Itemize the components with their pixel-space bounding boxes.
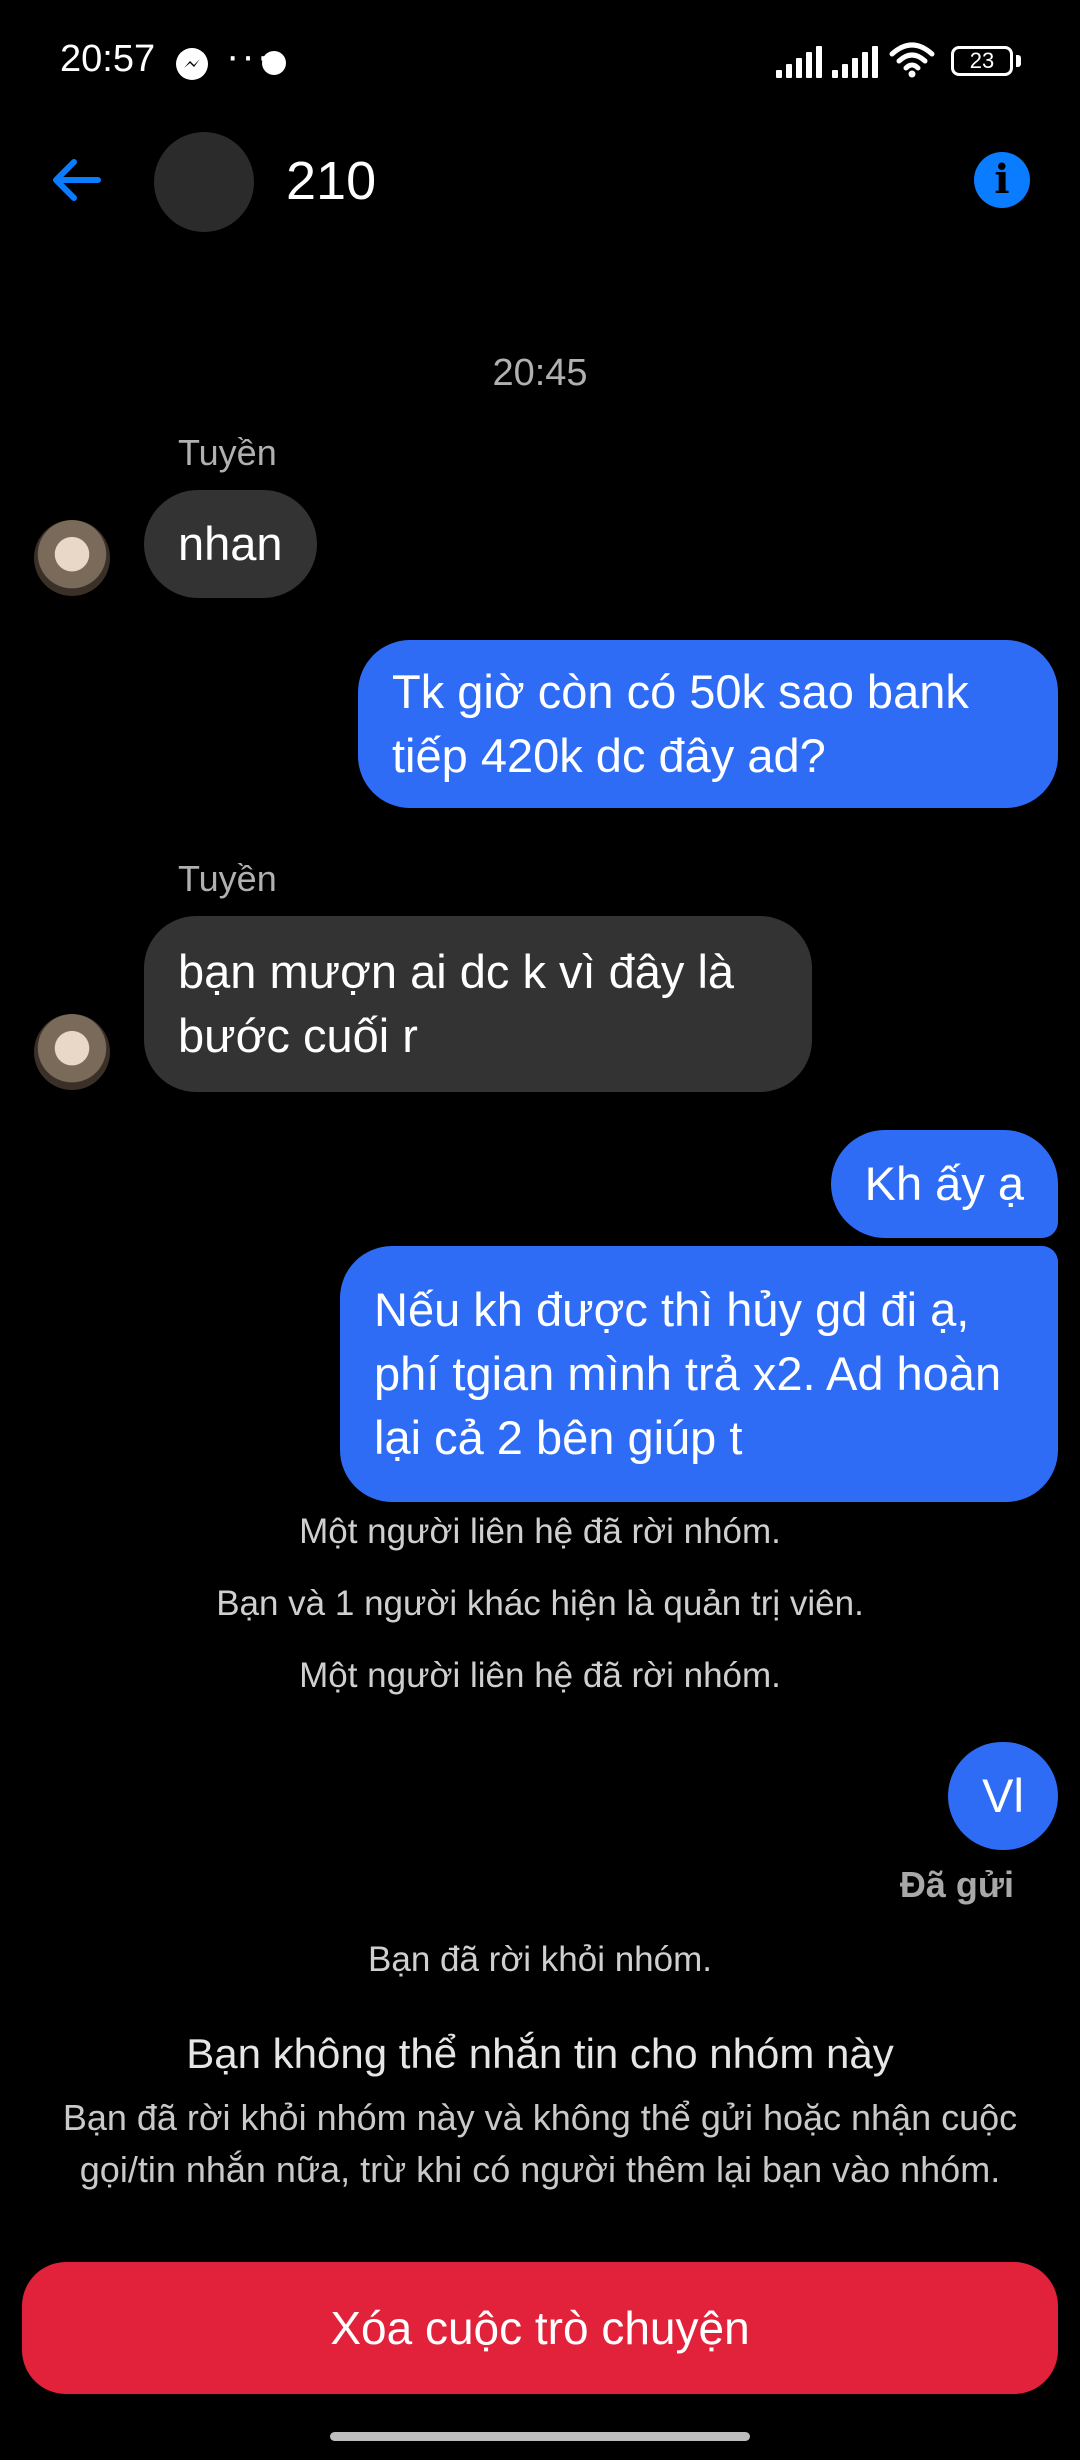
battery-tip	[1016, 55, 1021, 67]
group-avatar[interactable]	[154, 132, 254, 232]
message-bubble-outgoing[interactable]: Tk giờ còn có 50k sao bank tiếp 420k dc …	[358, 640, 1058, 808]
notice-body: Bạn đã rời khỏi nhóm này và không thể gử…	[62, 2097, 1018, 2190]
message-bubble-incoming[interactable]: nhan	[144, 490, 317, 598]
back-button[interactable]	[46, 150, 106, 210]
back-arrow-icon	[53, 159, 101, 201]
delete-conversation-button[interactable]: Xóa cuộc trò chuyện	[22, 2262, 1058, 2394]
info-button[interactable]: i	[974, 152, 1030, 208]
message-bubble-outgoing[interactable]: Nếu kh được thì hủy gd đi ạ, phí tgian m…	[340, 1246, 1058, 1502]
system-message: Bạn và 1 người khác hiện là quản trị viê…	[216, 1584, 864, 1623]
sender-avatar[interactable]	[34, 1014, 110, 1090]
system-message: Một người liên hệ đã rời nhóm.	[299, 1512, 781, 1551]
status-time: 20:57	[60, 38, 156, 80]
signal-icon-2	[832, 46, 878, 78]
message-timestamp: 20:45	[492, 352, 588, 394]
wifi-icon	[888, 42, 936, 83]
sender-name: Tuyền	[178, 432, 277, 473]
message-bubble-outgoing[interactable]: Vl	[948, 1742, 1058, 1850]
message-bubble-incoming[interactable]: bạn mượn ai dc k vì đây là bước cuối r	[144, 916, 812, 1092]
message-bubble-outgoing[interactable]: Kh ấy ạ	[830, 1130, 1058, 1238]
sender-name: Tuyền	[178, 858, 277, 899]
home-indicator[interactable]	[330, 2432, 750, 2441]
info-icon: i	[994, 156, 1010, 203]
signal-icon	[776, 46, 822, 78]
battery-icon: 23	[951, 46, 1013, 76]
messenger-icon	[176, 48, 208, 80]
conversation-title[interactable]: 210	[286, 150, 376, 212]
system-message: Một người liên hệ đã rời nhóm.	[299, 1656, 781, 1695]
sender-avatar[interactable]	[34, 520, 110, 596]
system-message: Bạn đã rời khỏi nhóm.	[368, 1940, 712, 1979]
notice-title: Bạn không thể nhắn tin cho nhóm này	[186, 2030, 894, 2077]
sent-status: Đã gửi	[899, 1864, 1014, 1905]
status-dot-icon	[262, 51, 286, 75]
